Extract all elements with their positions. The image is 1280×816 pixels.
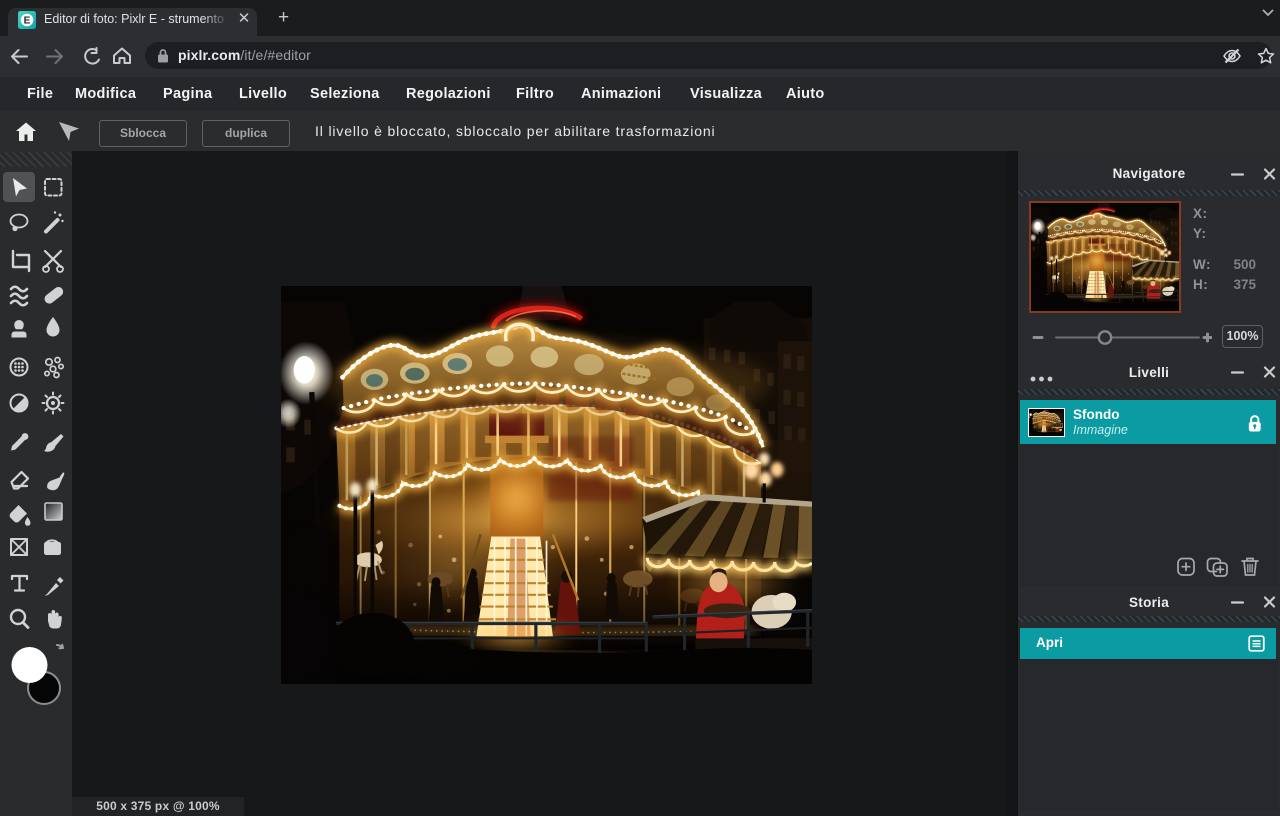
- svg-text:E: E: [24, 16, 31, 27]
